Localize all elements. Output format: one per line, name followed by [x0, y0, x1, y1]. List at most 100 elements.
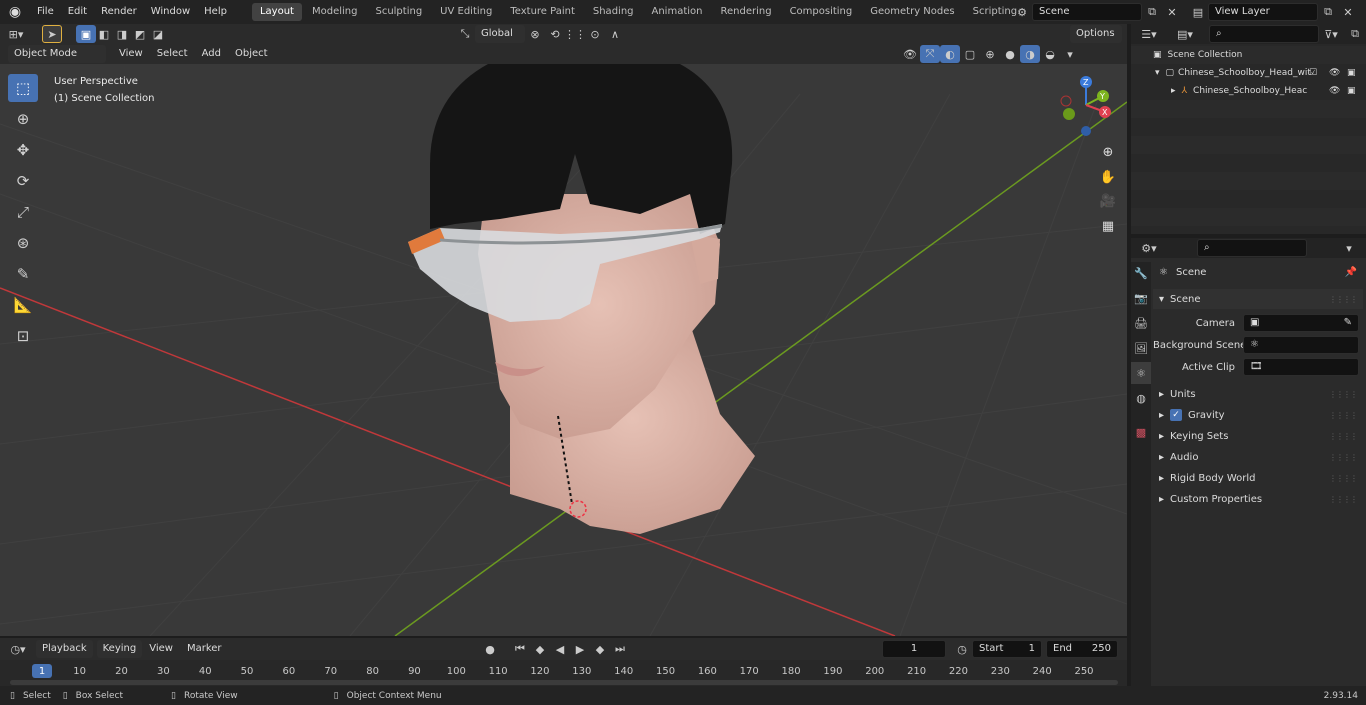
gizmo-toggle-icon[interactable]: ⤧ — [920, 45, 940, 63]
timeline-editor-icon[interactable]: ◷▾ — [8, 640, 28, 658]
eye-icon[interactable]: 👁 — [1329, 68, 1340, 78]
solid-shading-icon[interactable]: ● — [1000, 45, 1020, 63]
jump-end-icon[interactable]: ⏭ — [610, 640, 630, 658]
zoom-icon[interactable]: ⊕ — [1098, 142, 1118, 162]
drag-handle-icon[interactable]: ⋮⋮⋮⋮ — [1329, 411, 1358, 420]
exclude-checkbox-icon[interactable]: ☑ — [1309, 68, 1317, 78]
annotate-tool-icon[interactable]: ✎ — [8, 260, 38, 288]
proportional-icon[interactable]: ⊙ — [585, 25, 605, 43]
xray-icon[interactable]: ▢ — [960, 45, 980, 63]
select-mode-invert-icon[interactable]: ◩ — [130, 25, 150, 43]
scale-tool-icon[interactable]: ⤢ — [8, 198, 38, 226]
eyedropper-icon[interactable]: ✎ — [1344, 315, 1352, 331]
camera-render-icon[interactable]: ▣ — [1347, 86, 1356, 96]
new-view-layer-icon[interactable]: ⧉ — [1318, 3, 1338, 21]
tab-compositing[interactable]: Compositing — [782, 3, 861, 21]
panel-keying-sets[interactable]: ▸ Keying Sets ⋮⋮⋮⋮ — [1153, 426, 1363, 446]
visibility-icon[interactable]: 👁 — [900, 45, 920, 63]
playback-menu[interactable]: Playback — [36, 640, 93, 658]
material-shading-icon[interactable]: ◑ — [1020, 45, 1040, 63]
active-clip-field[interactable]: 🎞 — [1243, 358, 1359, 376]
select-mode-intersect-icon[interactable]: ◪ — [148, 25, 168, 43]
panel-audio[interactable]: ▸ Audio ⋮⋮⋮⋮ — [1153, 447, 1363, 467]
move-tool-icon[interactable]: ✥ — [8, 136, 38, 164]
scene-icon[interactable]: ⚙ — [1012, 3, 1032, 21]
viewport-menu-view[interactable]: View — [112, 44, 150, 64]
overlay-toggle-icon[interactable]: ◐ — [940, 45, 960, 63]
outliner-row-scene-collection[interactable]: ▣ Scene Collection — [1131, 46, 1366, 64]
keying-menu[interactable]: Keying — [96, 640, 143, 658]
scene-field[interactable]: Scene — [1032, 3, 1142, 21]
view-layer-field[interactable]: View Layer — [1208, 3, 1318, 21]
outliner-row-head-collection[interactable]: ▾ ▢ Chinese_Schoolboy_Head_wit ☑ 👁 ▣ — [1131, 64, 1366, 82]
panel-custom-properties[interactable]: ▸ Custom Properties ⋮⋮⋮⋮ — [1153, 489, 1363, 509]
pivot-icon[interactable]: ⊗ — [525, 25, 545, 43]
world-tab-icon[interactable]: ◍ — [1131, 387, 1151, 409]
filter-icon[interactable]: ⊽▾ — [1321, 25, 1341, 43]
navigation-gizmo[interactable]: Z Y X — [1055, 72, 1117, 138]
current-frame-field[interactable]: 1 — [882, 640, 946, 658]
prev-keyframe-icon[interactable]: ◆ — [530, 640, 550, 658]
expand-arrow-icon[interactable]: ▾ — [1155, 68, 1160, 78]
eye-icon[interactable]: 👁 — [1329, 86, 1340, 96]
texture-tab-icon[interactable]: ▩ — [1131, 421, 1151, 443]
shading-options-icon[interactable]: ▾ — [1060, 45, 1080, 63]
scene-tab-icon[interactable]: ⚛ — [1131, 362, 1151, 384]
properties-editor-icon[interactable]: ⚙▾ — [1139, 239, 1159, 257]
new-collection-icon[interactable]: ⧉ — [1345, 25, 1365, 43]
pan-hand-icon[interactable]: ✋ — [1098, 167, 1118, 187]
properties-search-input[interactable]: ⌕ — [1197, 239, 1307, 257]
gravity-checkbox[interactable]: ✓ — [1170, 409, 1183, 421]
tab-modeling[interactable]: Modeling — [304, 3, 366, 21]
panel-gravity[interactable]: ▸ ✓ Gravity ⋮⋮⋮⋮ — [1153, 405, 1363, 425]
menu-help[interactable]: Help — [197, 0, 234, 24]
next-keyframe-icon[interactable]: ◆ — [590, 640, 610, 658]
drag-handle-icon[interactable]: ⋮⋮⋮⋮ — [1329, 390, 1358, 399]
camera-field[interactable]: ▣ ✎ — [1243, 314, 1359, 332]
outliner-row-head-object[interactable]: ▸ ⅄ Chinese_Schoolboy_Heac 👁 ▣ — [1131, 82, 1366, 100]
new-scene-icon[interactable]: ⧉ — [1142, 3, 1162, 21]
menu-edit[interactable]: Edit — [61, 0, 94, 24]
menu-render[interactable]: Render — [94, 0, 144, 24]
add-cube-tool-icon[interactable]: ⊡ — [8, 322, 38, 350]
pin-icon[interactable]: 📌 — [1345, 267, 1357, 278]
output-tab-icon[interactable]: 🖨 — [1131, 312, 1151, 334]
play-reverse-icon[interactable]: ◀ — [550, 640, 570, 658]
drag-handle-icon[interactable]: ⋮⋮⋮⋮ — [1329, 453, 1358, 462]
orientation-dropdown[interactable]: Global — [475, 25, 525, 43]
select-box-tool-icon[interactable]: ⬚ — [8, 74, 38, 102]
drag-handle-icon[interactable]: ⋮⋮⋮⋮ — [1329, 495, 1358, 504]
snap-icon[interactable]: ⟲ — [545, 25, 565, 43]
select-mode-extend-icon[interactable]: ◧ — [94, 25, 114, 43]
select-mode-subtract-icon[interactable]: ◨ — [112, 25, 132, 43]
tab-geometry-nodes[interactable]: Geometry Nodes — [862, 3, 962, 21]
rendered-shading-icon[interactable]: ◒ — [1040, 45, 1060, 63]
blender-logo-icon[interactable]: ◉ — [0, 0, 30, 24]
cursor-tool-icon[interactable]: ⊕ — [8, 105, 38, 133]
jump-start-icon[interactable]: ⏮ — [510, 640, 530, 658]
select-mode-new-icon[interactable]: ▣ — [76, 25, 96, 43]
timer-icon[interactable]: ◷ — [952, 640, 972, 658]
panel-rigid-body-world[interactable]: ▸ Rigid Body World ⋮⋮⋮⋮ — [1153, 468, 1363, 488]
ortho-grid-icon[interactable]: ▦ — [1098, 216, 1118, 236]
outliner-editor-icon[interactable]: ☰▾ — [1139, 25, 1159, 43]
timeline-menu-view[interactable]: View — [142, 637, 180, 661]
display-mode-icon[interactable]: ▤▾ — [1175, 25, 1195, 43]
falloff-icon[interactable]: ∧ — [605, 25, 625, 43]
snap-target-icon[interactable]: ⋮⋮ — [564, 25, 586, 43]
properties-options-icon[interactable]: ▾ — [1339, 239, 1359, 257]
mode-dropdown[interactable]: Object Mode — [8, 45, 106, 63]
end-frame-field[interactable]: End 250 — [1046, 640, 1118, 658]
transform-tool-icon[interactable]: ⊛ — [8, 229, 38, 257]
drag-handle-icon[interactable]: ⋮⋮⋮⋮ — [1329, 474, 1358, 483]
render-tab-icon[interactable]: 📷 — [1131, 287, 1151, 309]
tab-sculpting[interactable]: Sculpting — [367, 3, 430, 21]
timeline-ruler[interactable]: 1 10 20 30 40 50 60 70 80 90 100 110 120 130 140 150 160… — [0, 660, 1127, 686]
menu-file[interactable]: File — [30, 0, 61, 24]
timeline-menu-marker[interactable]: Marker — [180, 637, 229, 661]
viewport-menu-add[interactable]: Add — [195, 44, 228, 64]
menu-window[interactable]: Window — [144, 0, 197, 24]
view-layer-icon[interactable]: ▤ — [1188, 3, 1208, 21]
record-icon[interactable]: ● — [480, 640, 500, 658]
play-icon[interactable]: ▶ — [570, 640, 590, 658]
